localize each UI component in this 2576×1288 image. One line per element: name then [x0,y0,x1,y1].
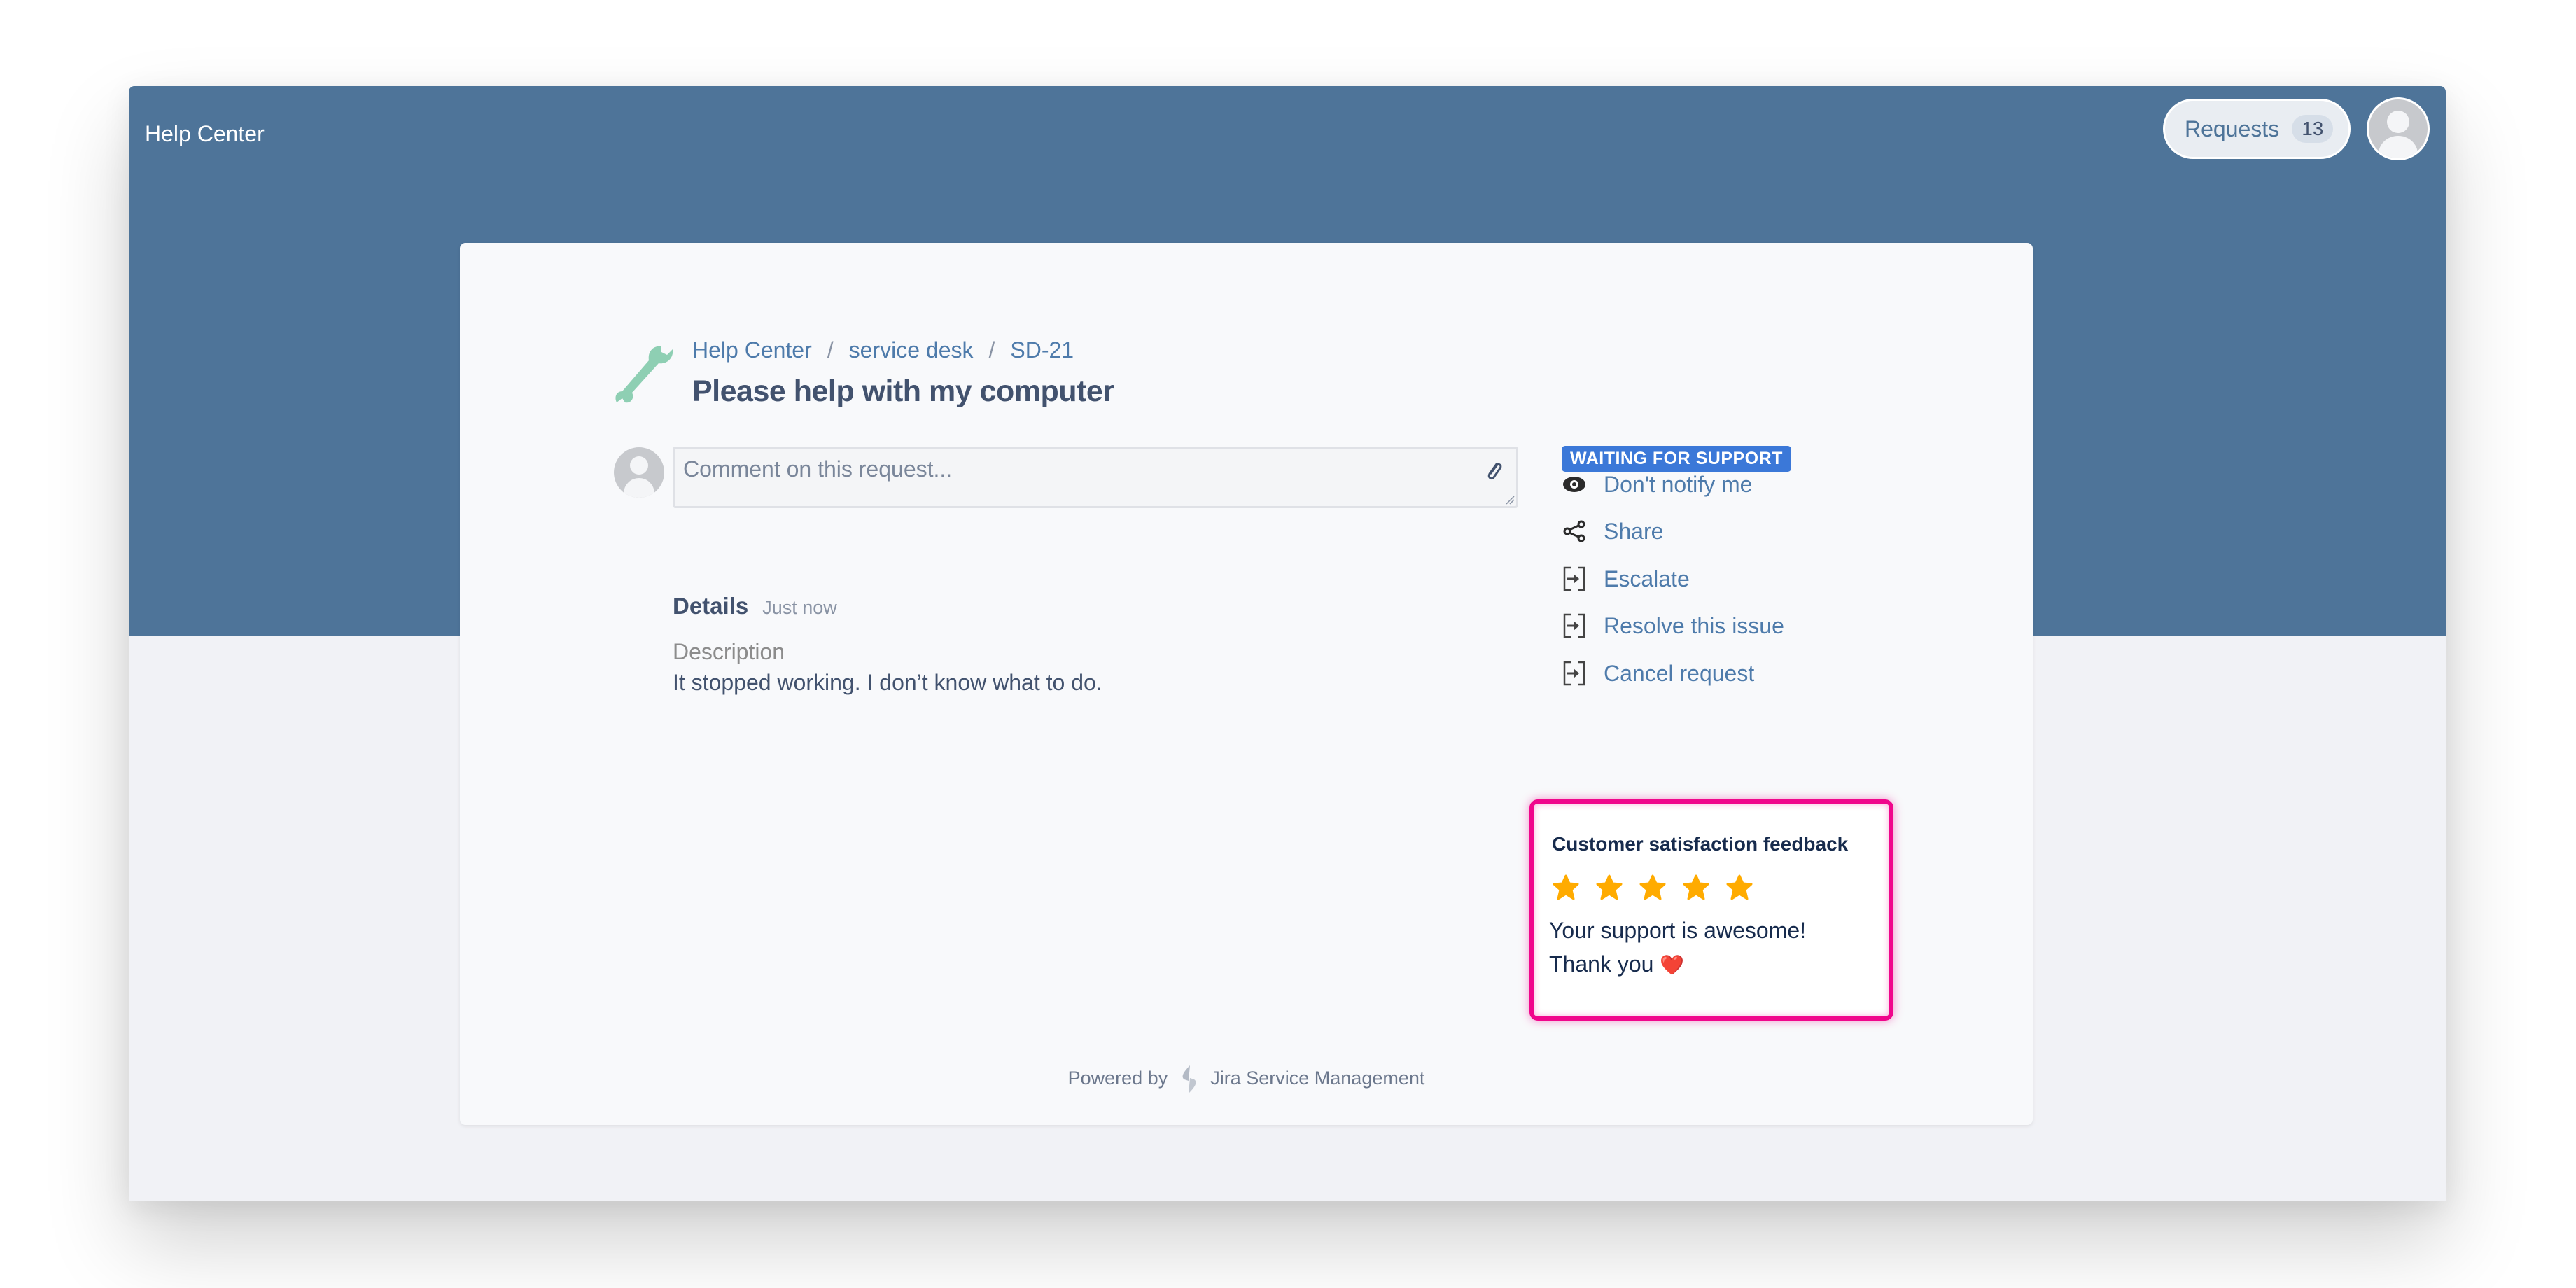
star-rating [1552,874,1769,902]
details-label: Details [673,593,749,619]
action-label: Share [1604,518,1664,544]
star-icon[interactable] [1595,874,1623,902]
transition-icon [1560,565,1588,593]
paperclip-icon[interactable] [1484,458,1504,484]
feedback-line-1: Your support is awesome! [1549,918,1807,943]
jira-logo-icon [1182,1065,1196,1093]
details-timestamp: Just now [762,597,837,618]
breadcrumb-separator: / [988,337,995,363]
cancel-request-button[interactable]: Cancel request [1560,659,1754,687]
breadcrumb: Help Center / service desk / SD-21 [692,337,1074,363]
eye-icon [1560,470,1588,498]
status-badge: WAITING FOR SUPPORT [1562,446,1791,472]
action-label: Don't notify me [1604,471,1753,497]
action-label: Escalate [1604,566,1690,592]
feedback-comment: Your support is awesome! Thank you ❤️ [1549,913,1806,982]
breadcrumb-separator: / [827,337,834,363]
heart-emoji-icon: ❤️ [1660,954,1685,976]
feedback-thanks: Thank you [1549,951,1654,976]
feedback-line-2: Thank you ❤️ [1549,947,1806,982]
comment-box [673,447,1518,508]
user-silhouette-icon [624,456,654,498]
star-icon[interactable] [1552,874,1580,902]
comment-input[interactable] [682,456,1455,483]
product-link[interactable]: Jira Service Management [1210,1068,1424,1088]
transition-icon [1560,659,1588,687]
wrench-icon [615,346,673,403]
help-center-link[interactable]: Help Center [145,121,265,147]
dont-notify-button[interactable]: Don't notify me [1560,470,1752,498]
commenter-avatar [614,447,664,498]
requests-count-badge: 13 [2292,115,2334,143]
details-heading: Details Just now [673,593,837,620]
page-title: Please help with my computer [692,374,1114,408]
user-silhouette-icon [2379,111,2418,158]
request-card: Help Center / service desk / SD-21 Please he… [460,243,2033,1125]
star-icon[interactable] [1682,874,1710,902]
requests-label: Requests [2185,115,2280,141]
requests-button[interactable]: Requests 13 [2163,99,2351,159]
action-label: Resolve this issue [1604,612,1784,638]
star-icon[interactable] [1639,874,1667,902]
resolve-issue-button[interactable]: Resolve this issue [1560,612,1784,640]
description-text: It stopped working. I don’t know what to… [673,670,1102,695]
share-icon [1560,517,1588,545]
action-label: Cancel request [1604,660,1755,686]
browser-window: Help Center Requests 13 Help Center / serv… [129,86,2446,1201]
feedback-title: Customer satisfaction feedback [1552,833,1849,855]
star-icon[interactable] [1726,874,1754,902]
user-avatar[interactable] [2367,97,2430,160]
breadcrumb-help-center[interactable]: Help Center [692,337,812,363]
resize-handle-icon[interactable] [1505,495,1515,505]
powered-by-label: Powered by [1068,1068,1168,1089]
breadcrumb-issue-key[interactable]: SD-21 [1010,337,1074,363]
escalate-button[interactable]: Escalate [1560,565,1690,593]
description-label: Description [673,639,785,664]
transition-icon [1560,612,1588,640]
powered-by-footer: Powered by Jira Service Management [460,1064,2033,1095]
satisfaction-feedback-panel: Customer satisfaction feedback Your supp… [1530,799,1893,1021]
breadcrumb-service-desk[interactable]: service desk [849,337,974,363]
share-button[interactable]: Share [1560,517,1663,545]
